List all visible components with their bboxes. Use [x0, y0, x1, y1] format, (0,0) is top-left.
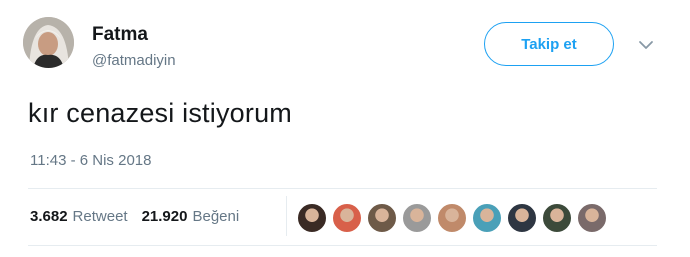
stats-separator: [286, 196, 287, 236]
liker-avatars: [297, 203, 612, 233]
liker-avatar[interactable]: [472, 203, 502, 233]
liker-avatar[interactable]: [507, 203, 537, 233]
divider-bottom: [28, 245, 657, 246]
retweet-label[interactable]: Retweet: [73, 208, 128, 225]
liker-avatar[interactable]: [542, 203, 572, 233]
tweet-text: kır cenazesi istiyorum: [28, 98, 292, 128]
author-handle[interactable]: @fatmadiyin: [92, 52, 176, 69]
author-name[interactable]: Fatma: [92, 24, 148, 46]
liker-avatar[interactable]: [332, 203, 362, 233]
tweet-timestamp[interactable]: 11:43 - 6 Nis 2018: [30, 152, 151, 169]
liker-avatar[interactable]: [297, 203, 327, 233]
divider-top: [28, 188, 657, 189]
chevron-down-icon[interactable]: [638, 38, 654, 50]
retweet-count[interactable]: 3.682: [30, 208, 68, 225]
tweet-stats: 3.682 Retweet 21.920 Beğeni: [30, 208, 239, 225]
like-count[interactable]: 21.920: [142, 208, 188, 225]
liker-avatar[interactable]: [402, 203, 432, 233]
like-label[interactable]: Beğeni: [192, 208, 239, 225]
liker-avatar[interactable]: [577, 203, 607, 233]
liker-avatar[interactable]: [437, 203, 467, 233]
follow-button[interactable]: Takip et: [484, 22, 614, 66]
liker-avatar[interactable]: [367, 203, 397, 233]
author-avatar[interactable]: [23, 17, 74, 68]
